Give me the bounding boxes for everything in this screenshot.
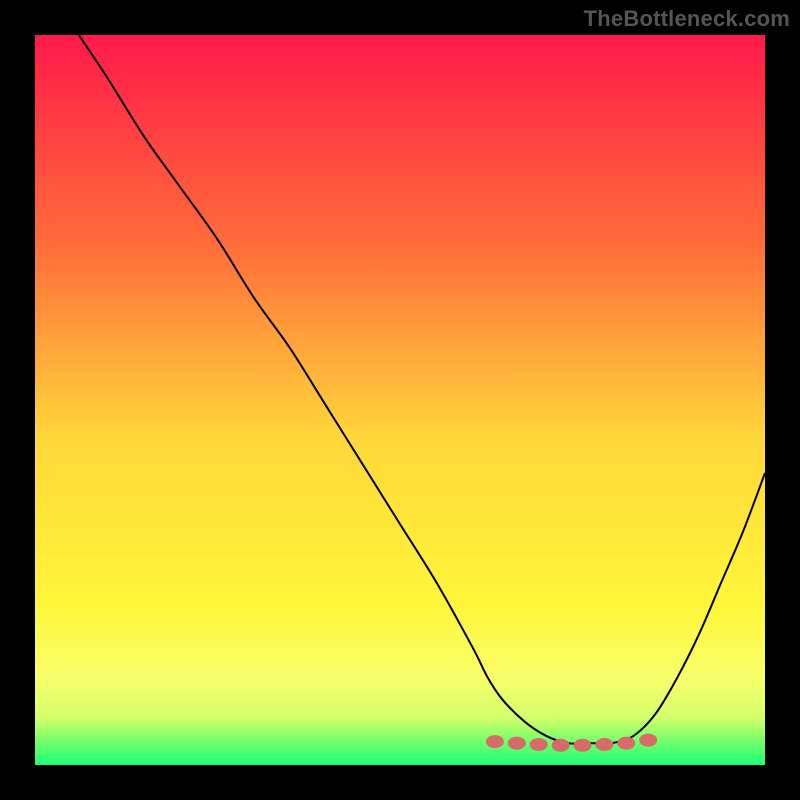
chart-container: TheBottleneck.com: [0, 0, 800, 800]
gradient-background: [35, 35, 765, 765]
plot-area: [35, 35, 765, 765]
attribution-label: TheBottleneck.com: [584, 6, 790, 32]
